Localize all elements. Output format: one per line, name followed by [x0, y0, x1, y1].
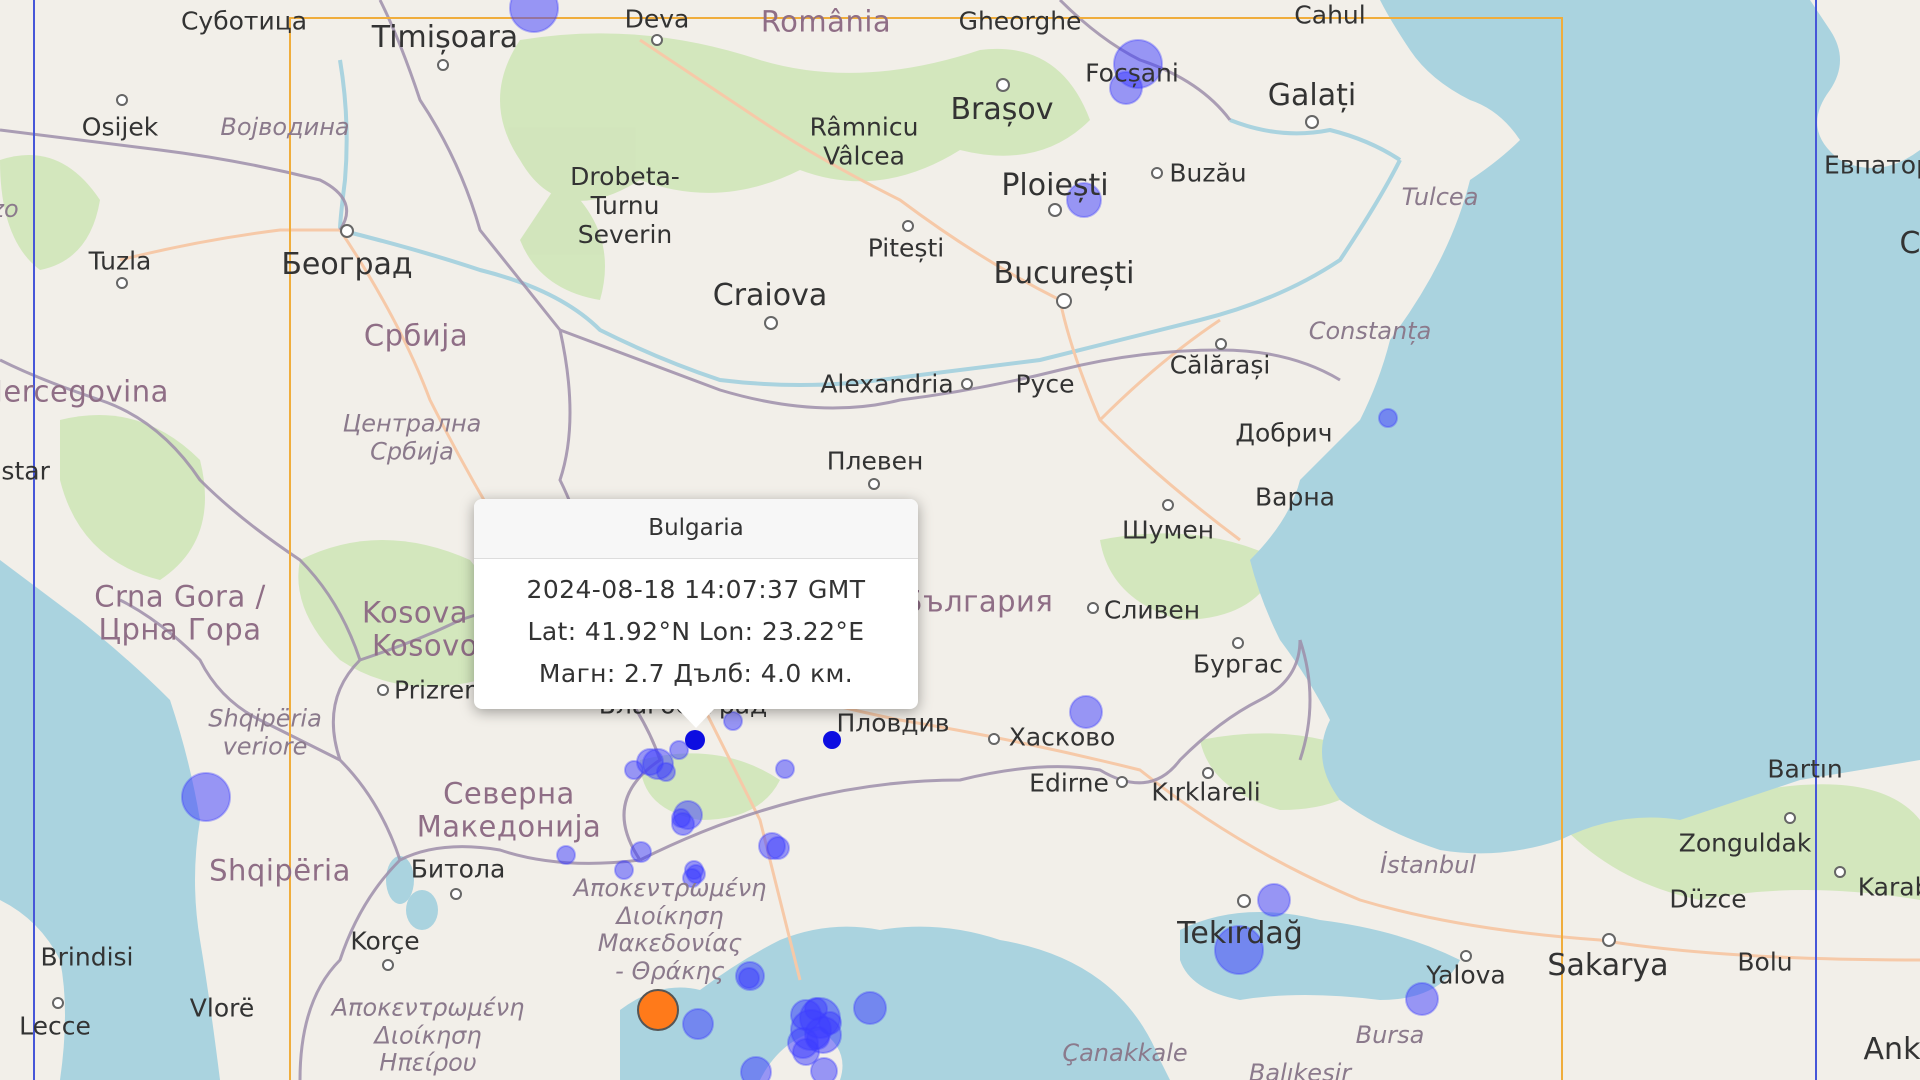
map-label: Düzce	[1669, 884, 1747, 914]
map-label: Shqipëria	[209, 853, 351, 888]
map-label: Битола	[410, 854, 506, 884]
map-label: Евпатор	[1824, 150, 1920, 180]
map-label: Sakarya	[1547, 947, 1669, 983]
earthquake-marker-selected[interactable]	[685, 730, 705, 750]
map-label: Bolu	[1737, 947, 1793, 977]
map-label: Focșani	[1085, 58, 1179, 88]
earthquake-marker[interactable]	[669, 740, 689, 760]
earthquake-marker[interactable]	[671, 808, 691, 828]
map-label: Суботица	[180, 6, 308, 36]
map-label: Добрич	[1235, 418, 1333, 448]
earthquake-marker[interactable]	[556, 845, 576, 865]
map-label: Северна Македонија	[416, 776, 602, 844]
earthquake-marker[interactable]	[853, 991, 887, 1025]
map-label: Русе	[1015, 369, 1075, 399]
map-label: Shqipëria veriore	[208, 704, 322, 760]
map-label: Osijek	[81, 112, 159, 142]
map-label: Ank	[1863, 1031, 1920, 1067]
map-label: Tulcea	[1401, 183, 1479, 212]
earthquake-marker[interactable]	[630, 841, 652, 863]
map-label: Craiova	[712, 277, 828, 313]
map-label: Αποκεντρωμένη Διοίκηση Μακεδονίας - Θράκης	[573, 873, 767, 985]
earthquake-marker-recent[interactable]	[637, 989, 679, 1031]
map-label: Tuzla	[88, 246, 152, 276]
map-label: Централна Србија	[342, 409, 482, 465]
map-label: Balıkesir	[1248, 1059, 1352, 1080]
map-label: București	[993, 255, 1135, 291]
map-label: Yalova	[1426, 960, 1506, 990]
map-label: Tekirdağ	[1177, 915, 1303, 951]
map-label: Buzău	[1169, 158, 1247, 188]
earthquake-marker[interactable]	[775, 759, 795, 779]
map-label: Timișoara	[371, 19, 519, 55]
map-label: Београд	[281, 246, 413, 282]
map-label: България	[902, 584, 1054, 619]
map-label: Çanakkale	[1062, 1039, 1188, 1068]
map-label: Плевен	[826, 446, 924, 476]
map-label: Хасково	[1008, 722, 1116, 752]
map-label: Варна	[1254, 482, 1336, 512]
map-label: Сливен	[1103, 595, 1201, 625]
map-label: C	[1899, 225, 1920, 261]
map-label: Пловдив	[836, 708, 950, 738]
map-label: Brindisi	[40, 942, 134, 972]
earthquake-marker[interactable]	[1378, 408, 1398, 428]
map-label: Râmnicu Vâlcea	[809, 112, 919, 170]
map-label: Gheorghe	[958, 6, 1082, 36]
popup-datetime: 2024-08-18 14:07:37 GMT	[526, 575, 866, 604]
map-label: Călărași	[1169, 350, 1271, 380]
map-label: Србија	[363, 318, 469, 353]
map-label: Kosova / Kosovo	[361, 595, 489, 663]
earthquake-marker[interactable]	[1257, 883, 1291, 917]
earthquake-marker[interactable]	[656, 762, 676, 782]
map-label: Galați	[1267, 77, 1357, 113]
earthquake-marker[interactable]	[766, 836, 790, 860]
map-label: İstanbul	[1379, 851, 1477, 880]
map-label: Bartın	[1767, 754, 1843, 784]
map-label: Deva	[624, 4, 690, 34]
map-label: Αποκεντρωμένη Διοίκηση Ηπείρου	[331, 993, 525, 1077]
map-label: Lecce	[19, 1011, 91, 1041]
popup-tip	[677, 708, 715, 728]
map-label: Pitești	[867, 233, 945, 263]
map-label: Bursa	[1355, 1021, 1425, 1050]
map-label: zo	[0, 195, 19, 224]
map-label: Kırklareli	[1151, 777, 1261, 807]
map-label: Ploiești	[1001, 167, 1109, 203]
map-label: Cahul	[1294, 0, 1366, 30]
popup-coordinates: Lat: 41.92°N Lon: 23.22°E	[527, 617, 865, 646]
map-label: Drobeta- Turnu Severin	[570, 161, 680, 249]
map-view[interactable]: Суботица Timișoara Deva România Gheorghe Cahu…	[0, 0, 1920, 1080]
map-label: Brașov	[950, 91, 1054, 127]
map-label: Korçe	[350, 926, 420, 956]
map-label: Constanța	[1308, 317, 1432, 346]
map-label: Crna Gora / Црна Гора	[94, 579, 266, 647]
map-label: Karabü	[1857, 872, 1920, 902]
map-label: Alexandria	[820, 369, 954, 399]
earthquake-popup[interactable]: Bulgaria 2024-08-18 14:07:37 GMT Lat: 41…	[474, 499, 918, 728]
earthquake-marker[interactable]	[810, 1057, 838, 1080]
earthquake-marker[interactable]	[682, 1008, 714, 1040]
map-label: Бургас	[1192, 649, 1284, 679]
map-label: Prizren	[394, 675, 480, 705]
map-label: Hercegovina	[0, 374, 169, 409]
map-canvas[interactable]	[0, 0, 1920, 1080]
popup-details: Магн: 2.7 Дълб: 4.0 км.	[538, 659, 854, 688]
map-label: ostar	[0, 456, 50, 486]
lake-prespa	[406, 890, 438, 930]
map-label: Шумен	[1121, 515, 1215, 545]
map-label: România	[760, 4, 892, 39]
map-label: Војводина	[220, 113, 350, 142]
map-label: Zonguldak	[1678, 828, 1812, 858]
earthquake-marker[interactable]	[181, 772, 231, 822]
popup-title: Bulgaria	[474, 499, 918, 559]
popup-body: 2024-08-18 14:07:37 GMT Lat: 41.92°N Lon…	[474, 559, 918, 709]
map-label: Edirne	[1029, 768, 1109, 798]
map-label: Vlorë	[189, 993, 255, 1023]
earthquake-marker[interactable]	[740, 1056, 772, 1080]
